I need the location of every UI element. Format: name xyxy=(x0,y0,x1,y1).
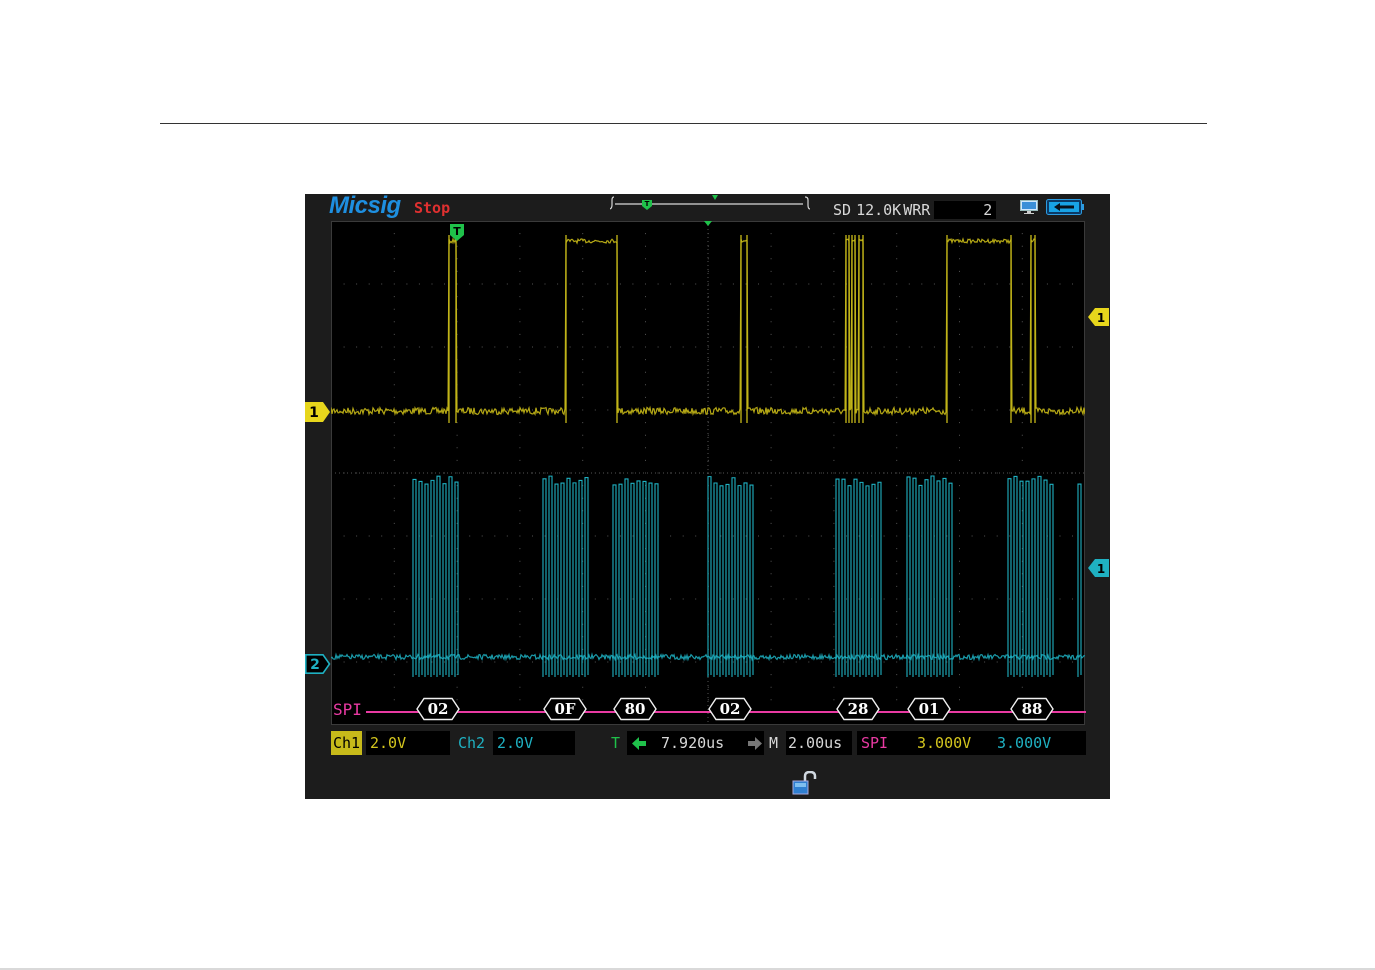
spi-label: SPI xyxy=(861,734,889,752)
spi-byte-value: 88 xyxy=(1021,700,1043,718)
svg-text:1: 1 xyxy=(1097,311,1105,325)
spi-byte-value: 28 xyxy=(847,700,869,718)
spi-threshold-2: 3.000V xyxy=(997,734,1052,752)
ch1-trigger-level-marker[interactable]: 1 xyxy=(1088,308,1110,326)
storage-label: SD xyxy=(833,201,852,219)
svg-text:T: T xyxy=(645,200,650,208)
brand-logo: Micsig xyxy=(329,194,401,219)
trigger-point-icon: T xyxy=(450,224,464,241)
run-stop-status[interactable]: Stop xyxy=(414,199,450,217)
svg-text:T: T xyxy=(453,225,461,238)
spi-byte-value: 80 xyxy=(624,700,646,718)
ch2-ground-marker[interactable]: 2 xyxy=(305,654,331,674)
waveform-display[interactable]: T xyxy=(331,221,1085,725)
trigger-position-bar[interactable]: T xyxy=(610,194,810,216)
arrow-right-icon[interactable] xyxy=(748,737,762,750)
ch1-label[interactable]: Ch1 xyxy=(331,731,362,755)
svg-text:1: 1 xyxy=(1097,562,1105,576)
unlocked-padlock-icon[interactable] xyxy=(792,771,818,795)
trigger-label: T xyxy=(611,734,621,752)
spi-threshold-panel[interactable]: SPI 3.000V 3.000V xyxy=(857,731,1086,755)
acquisition-status: SD 12.0K WRR 2 xyxy=(833,200,1001,220)
spi-byte-4[interactable]: 28 xyxy=(836,697,880,721)
spi-byte-1[interactable]: 0F xyxy=(543,697,587,721)
ch1-ground-marker[interactable]: 1 xyxy=(305,402,331,422)
oscilloscope-screen: Micsig Stop T SD 12.0K WRR 2 T 1 2 1 1 S… xyxy=(305,194,1110,799)
timebase-value[interactable]: 2.00us xyxy=(786,731,852,755)
spi-byte-value: 02 xyxy=(427,700,449,718)
spi-byte-6[interactable]: 88 xyxy=(1010,697,1054,721)
spi-byte-5[interactable]: 01 xyxy=(907,697,951,721)
status-bar: Ch1 2.0V Ch2 2.0V T 7.920us M 2.00us SPI… xyxy=(305,731,1110,757)
spi-byte-0[interactable]: 02 xyxy=(416,697,460,721)
center-time-marker xyxy=(704,221,712,226)
svg-text:2: 2 xyxy=(310,657,320,673)
timebase-label: M xyxy=(769,734,779,752)
ch2-clock-bursts xyxy=(412,475,1082,677)
waveform-count: 2 xyxy=(934,201,997,219)
spi-byte-2[interactable]: 80 xyxy=(613,697,657,721)
ch1-scale[interactable]: 2.0V xyxy=(366,731,450,755)
waveform-canvas[interactable]: T xyxy=(331,221,1085,725)
ch1-edges xyxy=(448,235,1036,423)
ch2-trigger-level-marker[interactable]: 1 xyxy=(1088,559,1110,577)
monitor-icon[interactable] xyxy=(1020,200,1038,214)
spi-byte-value: 01 xyxy=(918,700,940,718)
spi-threshold-1: 3.000V xyxy=(917,734,972,752)
battery-icon xyxy=(1046,199,1084,215)
trigger-position[interactable]: 7.920us xyxy=(627,731,764,755)
spi-byte-value: 0F xyxy=(554,700,576,718)
trigger-bar-marker-icon: T xyxy=(642,200,652,210)
ch2-scale[interactable]: 2.0V xyxy=(493,731,575,755)
arrow-left-icon[interactable] xyxy=(632,737,646,750)
spi-bus-label: SPI xyxy=(333,700,362,719)
ch2-label[interactable]: Ch2 xyxy=(455,731,491,755)
spi-byte-value: 02 xyxy=(719,700,741,718)
page-header-rule xyxy=(160,123,1207,124)
spi-byte-3[interactable]: 02 xyxy=(708,697,752,721)
memory-depth: 12.0K xyxy=(856,201,902,219)
acquisition-mode: WRR xyxy=(903,201,931,219)
svg-text:1: 1 xyxy=(309,405,319,421)
